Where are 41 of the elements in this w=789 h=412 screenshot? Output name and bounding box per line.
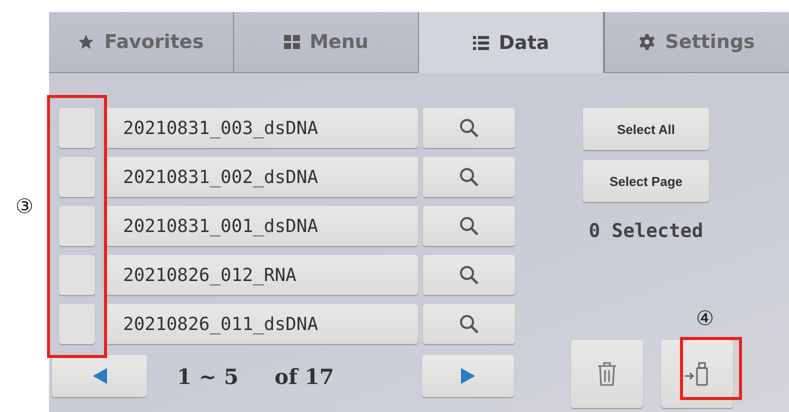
annotation-label: ④ (696, 306, 714, 330)
search-button[interactable] (423, 206, 515, 246)
select-page-button[interactable]: Select Page (583, 160, 709, 202)
file-name-button[interactable]: 20210826_012_RNA (105, 255, 418, 295)
file-name-button[interactable]: 20210831_003_dsDNA (105, 108, 418, 148)
search-button[interactable] (423, 255, 515, 295)
selected-count: 0 Selected (588, 220, 704, 242)
list-icon (472, 36, 489, 50)
gear-icon (639, 34, 656, 50)
search-icon (458, 264, 480, 286)
delete-button[interactable] (571, 340, 643, 408)
checkbox[interactable] (59, 206, 95, 246)
search-button[interactable] (423, 157, 515, 197)
search-button[interactable] (423, 108, 515, 148)
page-total: of 17 (274, 364, 334, 388)
annotation-label: ③ (16, 194, 34, 218)
highlight-frame (680, 337, 742, 400)
left-arrow-icon (92, 368, 106, 384)
export-to-usb-icon (684, 361, 710, 387)
checkbox[interactable] (59, 157, 95, 197)
next-page-button[interactable] (422, 355, 514, 397)
checkbox[interactable] (59, 255, 95, 295)
checkbox[interactable] (59, 108, 95, 148)
grid-icon (284, 35, 300, 49)
file-name-button[interactable]: 20210826_011_dsDNA (105, 304, 418, 344)
trash-icon (597, 362, 617, 386)
file-name-button[interactable]: 20210831_002_dsDNA (105, 157, 418, 197)
search-icon (458, 166, 480, 188)
export-button[interactable] (661, 340, 733, 408)
file-name-button[interactable]: 20210831_001_dsDNA (105, 206, 418, 246)
tab[interactable]: Data (419, 12, 604, 73)
select-all-button[interactable]: Select All (583, 108, 709, 150)
right-arrow-icon (461, 368, 475, 384)
previous-page-button[interactable] (52, 355, 147, 397)
search-icon (458, 313, 480, 335)
search-icon (458, 215, 480, 237)
star-icon (78, 34, 94, 50)
search-icon (458, 117, 480, 139)
search-button[interactable] (423, 304, 515, 344)
page-range: 1 ~ 5 (177, 364, 238, 388)
checkbox[interactable] (59, 304, 95, 344)
